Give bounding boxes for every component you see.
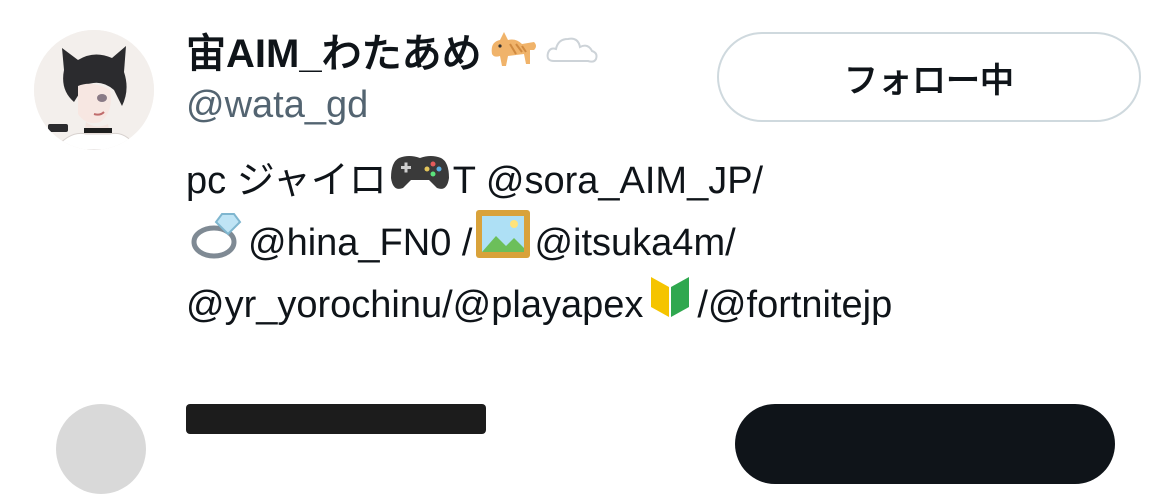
bio-mention[interactable]: /@fortnitejp	[697, 274, 892, 336]
bio-line-3: @yr_yorochinu/@playapex /@fortnitejp	[186, 274, 1116, 336]
display-name[interactable]: 宙AIM_わたあめ	[186, 24, 600, 83]
bio-text: pc ジャイロ	[186, 160, 387, 202]
bio-mention[interactable]: @itsuka4m/	[534, 212, 735, 274]
bio-mention[interactable]: T @sora_AIM_JP/	[453, 150, 763, 212]
follow-button[interactable]	[735, 404, 1115, 484]
display-name[interactable]	[186, 404, 486, 434]
cloud-icon	[544, 28, 600, 80]
avatar[interactable]	[56, 404, 146, 494]
user-bio: pc ジャイロ T @sora_AIM_JP/ @hina_FN0 / @its…	[186, 150, 1116, 336]
next-user-cell[interactable]	[0, 390, 1170, 494]
avatar-illustration-icon	[34, 30, 154, 150]
game-controller-icon	[389, 150, 451, 213]
cat-icon	[486, 24, 540, 83]
bio-mention[interactable]: @hina_FN0 /	[248, 212, 472, 274]
bio-mention[interactable]: @yr_yorochinu/@playapex	[186, 274, 643, 336]
bio-line-1: pc ジャイロ T @sora_AIM_JP/	[186, 150, 1116, 212]
ring-icon	[188, 208, 246, 279]
following-button-label: フォロー中	[844, 61, 1014, 100]
display-name-text: 宙AIM_わたあめ	[186, 31, 482, 76]
user-cell[interactable]: 宙AIM_わたあめ @wata_gd フォロー中 pc ジャイロ T @sora…	[0, 0, 1170, 360]
framed-picture-icon	[474, 208, 532, 279]
user-handle[interactable]: @wata_gd	[186, 80, 368, 130]
following-button[interactable]: フォロー中	[717, 32, 1141, 122]
avatar[interactable]	[34, 30, 154, 150]
beginner-mark-icon	[645, 271, 695, 340]
bio-line-2: @hina_FN0 / @itsuka4m/	[186, 209, 1116, 274]
